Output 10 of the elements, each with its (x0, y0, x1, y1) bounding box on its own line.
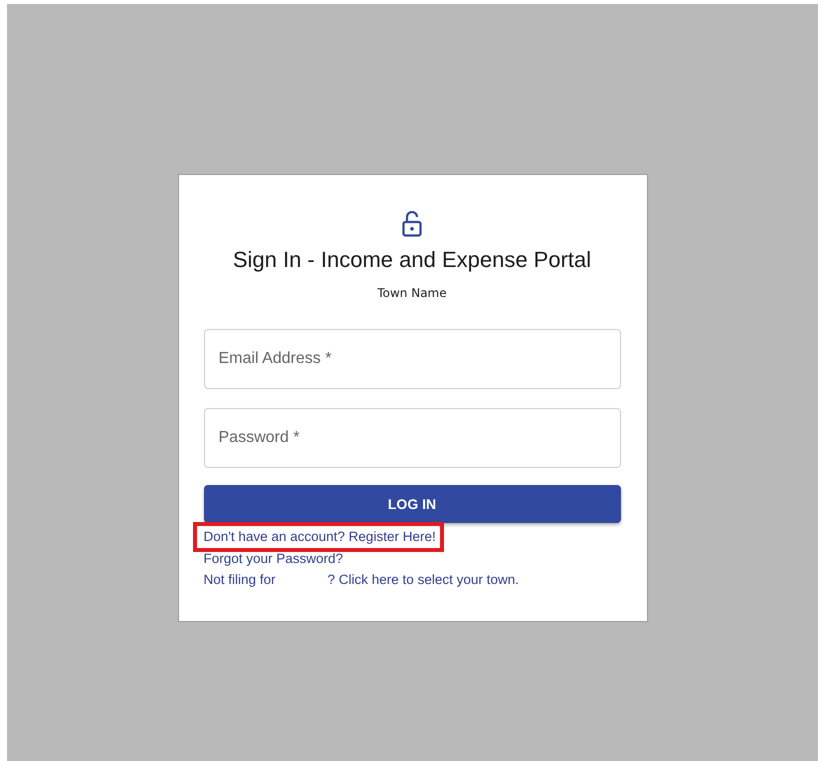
page-title: Sign In - Income and Expense Portal (232, 247, 592, 273)
link[interactable]: ? Click here to select your town. (328, 572, 519, 587)
unlock-icon (402, 211, 422, 237)
highlighted-link[interactable]: Don't have an account? Register Here! (192, 522, 444, 552)
input-field[interactable]: Password * (204, 408, 620, 468)
link[interactable]: Forgot your Password? (204, 551, 344, 567)
town-name: Town Name (377, 286, 447, 300)
input-field[interactable]: Email Address * (204, 329, 620, 389)
login-button[interactable]: LOG IN (204, 485, 620, 523)
link[interactable]: Not filing for (204, 572, 276, 587)
